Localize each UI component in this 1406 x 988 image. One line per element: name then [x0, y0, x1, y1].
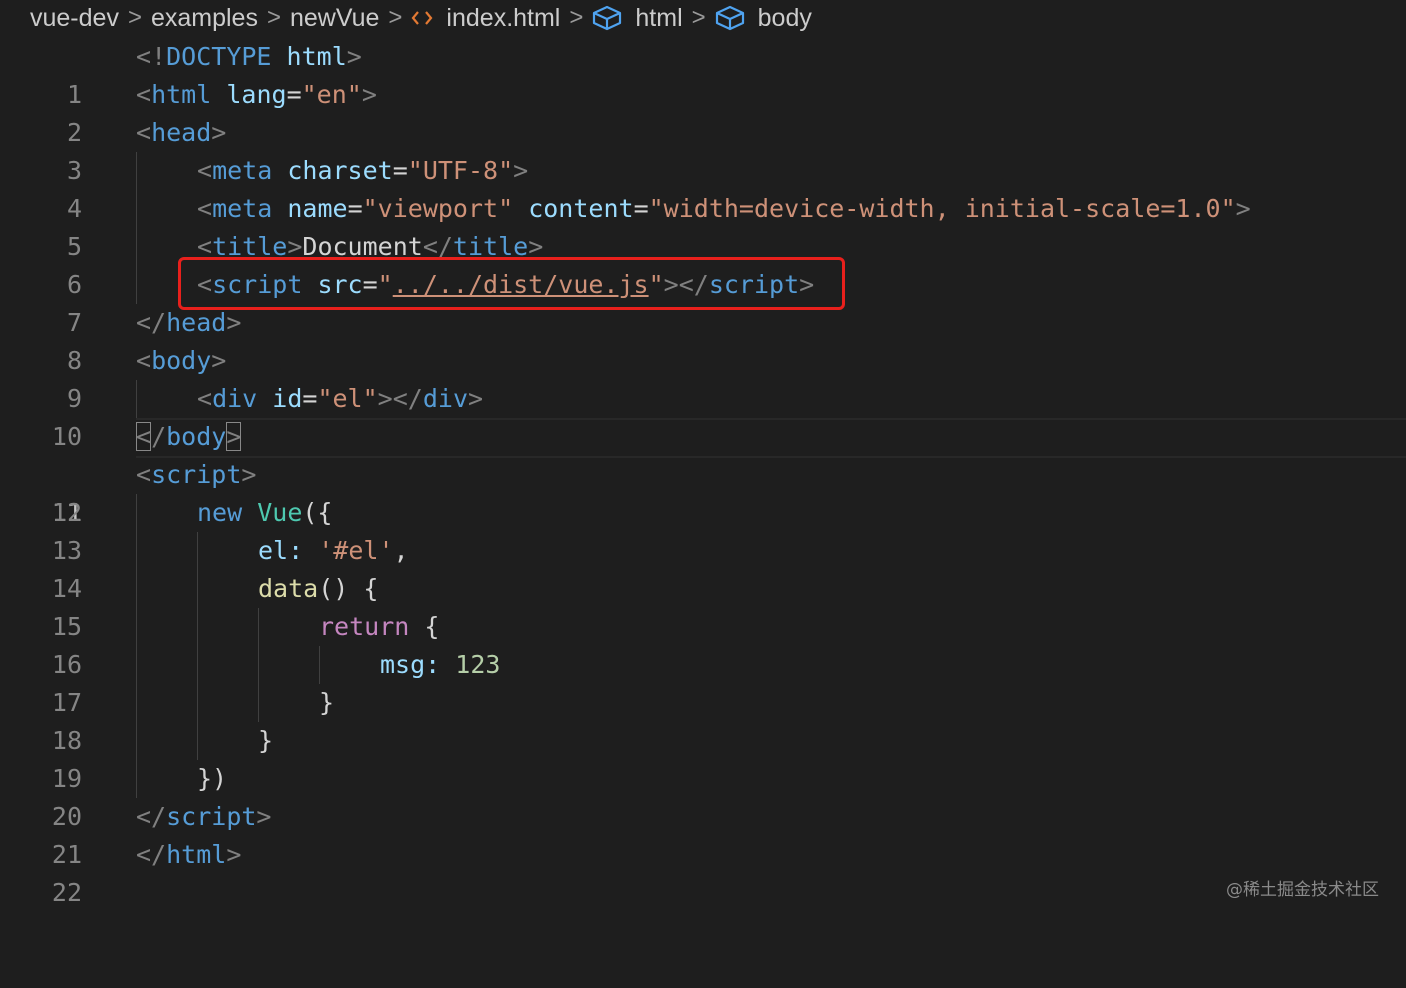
- line-content: el: '#el',: [258, 536, 409, 565]
- breadcrumb-separator: >: [388, 4, 403, 31]
- line-content: <html lang="en">: [136, 80, 377, 109]
- code-line[interactable]: 14 el: '#el',: [0, 532, 1406, 603]
- line-content: msg: 123: [380, 650, 501, 679]
- indent-guide: [319, 646, 320, 684]
- breadcrumb-item-html[interactable]: html: [592, 4, 683, 33]
- line-content: <head>: [136, 118, 227, 147]
- code-line[interactable]: 18 }: [0, 684, 1406, 755]
- breadcrumb-item-vue-dev[interactable]: vue-dev: [30, 4, 119, 33]
- code-line[interactable]: 22 </html>: [0, 836, 1406, 907]
- code-line[interactable]: 5 <meta name="viewport" content="width=d…: [0, 190, 1406, 261]
- indent-guide: [136, 684, 137, 722]
- line-content: }): [197, 764, 228, 793]
- indent-guide: [197, 684, 198, 722]
- line-content: <script>: [136, 460, 257, 489]
- line-content: data() {: [258, 574, 379, 603]
- code-line[interactable]: 15 data() {: [0, 570, 1406, 641]
- indent-guide: [136, 646, 137, 684]
- breadcrumb-item-examples[interactable]: examples: [151, 4, 258, 33]
- breadcrumb-separator: >: [266, 4, 281, 31]
- code-line[interactable]: 2 <html lang="en">: [0, 76, 1406, 147]
- breadcrumb-separator: >: [691, 4, 706, 31]
- breadcrumb: vue-dev > examples > newVue > index.html…: [30, 0, 812, 36]
- indent-guide: [197, 608, 198, 646]
- code-line[interactable]: 3 <head>: [0, 114, 1406, 185]
- line-content: <div id="el"></div>: [197, 384, 484, 413]
- matched-bracket: >: [226, 422, 242, 451]
- code-line[interactable]: 9 <body>: [0, 342, 1406, 413]
- annotation-highlight-box: [178, 257, 845, 310]
- line-content: }: [258, 726, 274, 755]
- line-content: <meta name="viewport" content="width=dev…: [197, 194, 1251, 223]
- matched-bracket: <: [136, 422, 152, 451]
- line-content: </script>: [136, 802, 272, 831]
- code-line[interactable]: 10 <div id="el"></div>: [0, 380, 1406, 451]
- code-line[interactable]: 1 <!DOCTYPE html>: [0, 38, 1406, 109]
- indent-guide: [136, 760, 137, 798]
- code-line[interactable]: 4 <meta charset="UTF-8">: [0, 152, 1406, 223]
- line-number: 22: [51, 878, 82, 907]
- code-line[interactable]: 13 new Vue({: [0, 494, 1406, 565]
- cube-icon: [715, 5, 745, 31]
- indent-guide: [136, 190, 137, 228]
- html-file-icon: [411, 9, 433, 27]
- indent-guide: [136, 608, 137, 646]
- code-editor[interactable]: 1 <!DOCTYPE html> 2 <html lang="en"> 3 <…: [0, 38, 1406, 907]
- line-content: return {: [319, 612, 440, 641]
- code-line[interactable]: 21 </script>: [0, 798, 1406, 869]
- code-line[interactable]: 16 return {: [0, 608, 1406, 679]
- watermark: @稀土掘金技术社区: [1226, 880, 1379, 900]
- indent-guide: [258, 608, 259, 646]
- indent-guide: [197, 570, 198, 608]
- current-line-highlight: [136, 418, 1406, 458]
- line-content: </body>: [136, 422, 242, 451]
- breadcrumb-separator: >: [569, 4, 584, 31]
- code-line[interactable]: 19 }: [0, 722, 1406, 793]
- line-content: <!DOCTYPE html>: [136, 42, 362, 71]
- indent-guide: [136, 380, 137, 418]
- breadcrumb-separator: >: [127, 4, 142, 31]
- line-content: }: [319, 688, 335, 717]
- indent-guide: [136, 532, 137, 570]
- line-content: new Vue({: [197, 498, 333, 527]
- line-content: </html>: [136, 840, 242, 869]
- cube-icon: [592, 5, 622, 31]
- line-content: <body>: [136, 346, 227, 375]
- indent-guide: [258, 646, 259, 684]
- indent-guide: [258, 684, 259, 722]
- indent-guide: [136, 722, 137, 760]
- code-line[interactable]: 17 msg: 123: [0, 646, 1406, 717]
- indent-guide: [136, 570, 137, 608]
- code-line[interactable]: 12 <script>: [0, 456, 1406, 527]
- code-line[interactable]: 20 }): [0, 760, 1406, 831]
- code-line-current[interactable]: 11 </body>: [0, 418, 1406, 527]
- indent-guide: [136, 266, 137, 304]
- indent-guide: [136, 494, 137, 532]
- indent-guide: [197, 532, 198, 570]
- breadcrumb-item-body[interactable]: body: [715, 4, 812, 33]
- breadcrumb-item-file[interactable]: index.html: [411, 4, 560, 33]
- breadcrumb-item-newvue[interactable]: newVue: [290, 4, 379, 33]
- indent-guide: [136, 228, 137, 266]
- line-content: <meta charset="UTF-8">: [197, 156, 529, 185]
- indent-guide: [197, 722, 198, 760]
- indent-guide: [136, 152, 137, 190]
- indent-guide: [197, 646, 198, 684]
